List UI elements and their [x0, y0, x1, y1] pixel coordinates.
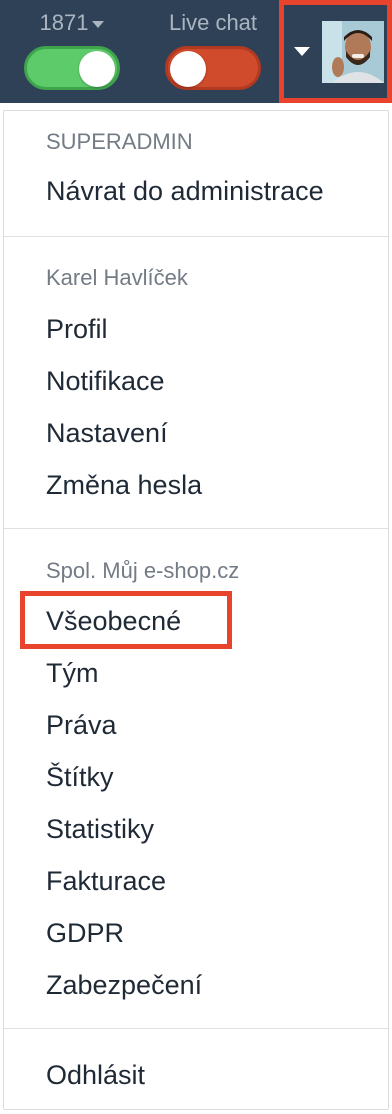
avatar-image-icon	[322, 20, 384, 83]
highlight-box	[20, 591, 232, 649]
superadmin-header: SUPERADMIN	[46, 129, 193, 154]
toggle-knob	[170, 51, 206, 87]
avatar	[322, 20, 384, 83]
divider	[4, 528, 388, 529]
menu-item-stitky[interactable]: Štítky	[46, 760, 114, 794]
top-bar: 1871 Live chat	[0, 0, 392, 103]
counter-toggle[interactable]	[24, 46, 120, 90]
menu-item-back-to-admin[interactable]: Návrat do administrace	[46, 174, 324, 208]
user-menu-button[interactable]	[279, 0, 392, 103]
menu-item-fakturace[interactable]: Fakturace	[46, 864, 166, 898]
menu-item-zabezpeceni[interactable]: Zabezpečení	[46, 968, 202, 1002]
user-name-header: Karel Havlíček	[46, 265, 188, 290]
counter-label: 1871	[39, 10, 89, 35]
livechat-label: Live chat	[168, 10, 258, 35]
divider	[4, 1028, 388, 1029]
company-header: Spol. Můj e-shop.cz	[46, 558, 240, 583]
menu-item-tym[interactable]: Tým	[46, 656, 98, 690]
livechat-toggle[interactable]	[165, 46, 261, 90]
menu-item-statistiky[interactable]: Statistiky	[46, 812, 154, 846]
menu-item-nastaveni[interactable]: Nastavení	[46, 416, 168, 450]
toggle-knob	[79, 51, 115, 87]
livechat-toggle-group: Live chat	[163, 8, 263, 90]
menu-item-zmena-hesla[interactable]: Změna hesla	[46, 468, 202, 502]
counter-dropdown[interactable]: 1871	[40, 8, 105, 38]
divider	[4, 236, 388, 237]
user-dropdown-menu: SUPERADMIN Návrat do administrace Karel …	[3, 110, 389, 1110]
chevron-down-icon	[294, 47, 310, 56]
menu-item-notifikace[interactable]: Notifikace	[46, 364, 165, 398]
counter-toggle-group: 1871	[24, 8, 120, 90]
chevron-down-icon	[92, 21, 105, 28]
menu-item-logout[interactable]: Odhlásit	[46, 1058, 145, 1092]
menu-item-prava[interactable]: Práva	[46, 708, 117, 742]
menu-item-profil[interactable]: Profil	[46, 312, 108, 346]
menu-item-gdpr[interactable]: GDPR	[46, 916, 124, 950]
